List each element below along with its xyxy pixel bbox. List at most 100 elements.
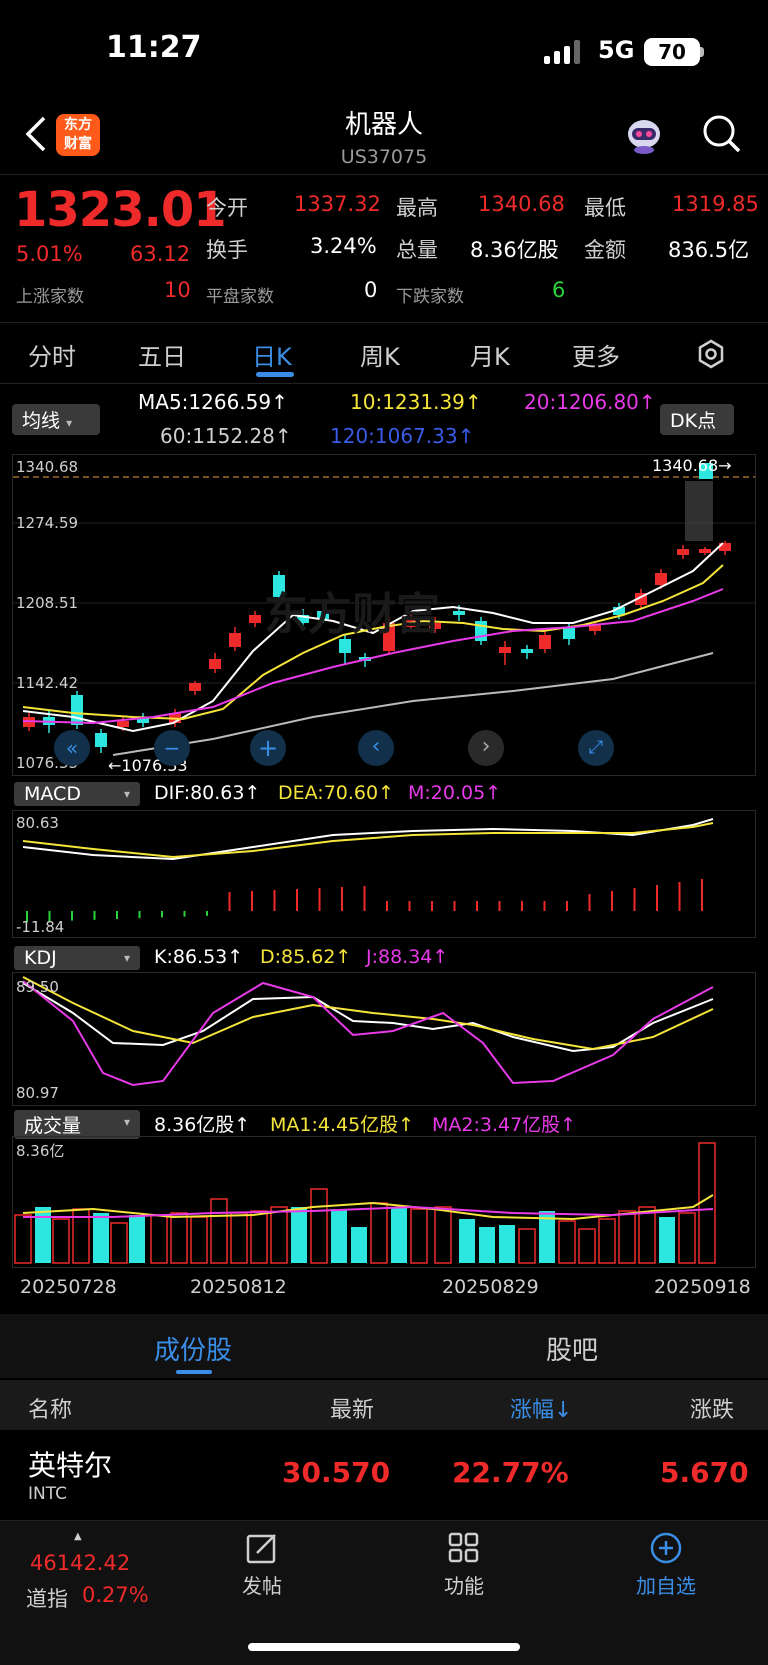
- active-tab-indicator: [256, 372, 294, 377]
- down-count: 6: [552, 278, 566, 302]
- date-4: 20250918: [654, 1276, 751, 1298]
- macd-selector[interactable]: MACD ▾: [14, 782, 140, 806]
- volume-bar-4: [93, 1213, 109, 1263]
- volume-value: 8.36亿股: [470, 238, 559, 262]
- macd-top: 80.63: [16, 814, 59, 832]
- volume-bar-21: [434, 1206, 452, 1264]
- change-pct: 5.01%: [16, 242, 83, 266]
- row-last: 30.570: [282, 1456, 391, 1489]
- tab-monthly-k[interactable]: 月K: [470, 337, 510, 372]
- volume-selector[interactable]: 成交量 ▾: [14, 1110, 140, 1139]
- volume-bar-25: [518, 1228, 536, 1264]
- y-label-3: 1208.51: [16, 594, 79, 612]
- col-name[interactable]: 名称: [28, 1392, 72, 1424]
- search-icon[interactable]: [702, 114, 742, 154]
- volume-bar-1: [35, 1207, 51, 1263]
- volume-bar-31: [638, 1206, 656, 1264]
- index-value[interactable]: 46142.42: [30, 1551, 130, 1575]
- zoom-in-icon[interactable]: +: [250, 730, 286, 766]
- row-pct: 22.77%: [452, 1456, 569, 1489]
- prev-icon[interactable]: ‹: [358, 730, 394, 766]
- kdj-selector[interactable]: KDJ ▾: [14, 946, 140, 970]
- kdj-bottom: 80.97: [16, 1084, 59, 1102]
- volume-top: 8.36亿: [16, 1142, 65, 1160]
- settings-icon[interactable]: [696, 339, 726, 369]
- network-label: 5G: [598, 36, 635, 64]
- table-row[interactable]: 英特尔 INTC 30.570 22.77% 5.670: [0, 1432, 768, 1518]
- volume-bar-5: [110, 1222, 128, 1264]
- rewind-icon[interactable]: «: [54, 730, 90, 766]
- kdj-svg: [22, 976, 714, 1087]
- tab-weekly-k[interactable]: 周K: [360, 337, 400, 372]
- candle-body-22: [521, 649, 533, 653]
- high-value: 1340.68: [478, 192, 565, 216]
- fullscreen-icon[interactable]: ⤢: [578, 730, 614, 766]
- row-code: INTC: [28, 1484, 67, 1504]
- current-price: 1323.01: [14, 182, 227, 238]
- tab-more[interactable]: 更多: [572, 337, 620, 372]
- table-header: [0, 1380, 768, 1430]
- col-chg[interactable]: 涨跌: [690, 1392, 734, 1424]
- volume-label: 总量: [396, 238, 438, 262]
- col-pct[interactable]: 涨幅↓: [510, 1392, 572, 1424]
- candle-body-7: [189, 683, 201, 691]
- tab-intraday[interactable]: 分时: [28, 337, 76, 372]
- high-label: 最高: [396, 196, 438, 220]
- y-label-top: 1340.68: [16, 458, 79, 476]
- volume-bar-29: [598, 1218, 616, 1264]
- price-highlight: [685, 481, 713, 541]
- home-indicator[interactable]: [248, 1643, 520, 1651]
- index-pct[interactable]: 0.27%: [82, 1583, 149, 1607]
- battery-icon: 70: [644, 38, 700, 66]
- dk-button[interactable]: DK点: [660, 404, 734, 435]
- volume-bar-9: [190, 1216, 208, 1264]
- macd-dif: DIF:80.63↑: [154, 782, 261, 804]
- ma-selector[interactable]: 均线 ▾: [12, 404, 100, 435]
- tab-daily-k[interactable]: 日K: [252, 337, 292, 372]
- edit-icon: [246, 1534, 276, 1564]
- kdj-chart[interactable]: [12, 972, 756, 1106]
- nav-function[interactable]: 功能: [404, 1531, 524, 1599]
- volume-bar-18: [370, 1202, 388, 1264]
- volume-bar-30: [618, 1210, 636, 1264]
- nav-post[interactable]: 发帖: [202, 1531, 322, 1599]
- volume-bar-2: [52, 1218, 70, 1264]
- volume-bar-10: [210, 1198, 228, 1264]
- candle-body-21: [499, 647, 511, 653]
- nav-add-label: 加自选: [636, 1574, 696, 1598]
- row-name: 英特尔: [28, 1449, 113, 1482]
- watermark: 东方财富: [264, 589, 440, 640]
- col-last[interactable]: 最新: [330, 1392, 374, 1424]
- volume-bar-28: [578, 1228, 596, 1264]
- tab-five-day[interactable]: 五日: [138, 337, 186, 372]
- macd-chart[interactable]: [12, 810, 756, 938]
- next-icon[interactable]: ›: [468, 730, 504, 766]
- change-value: 63.12: [130, 242, 191, 266]
- volume-current: 8.36亿股↑: [154, 1114, 251, 1136]
- battery-tip: [700, 47, 704, 57]
- grid-icon: [448, 1532, 479, 1563]
- volume-chart[interactable]: [12, 1136, 756, 1268]
- nav-add-watchlist[interactable]: 加自选: [606, 1531, 726, 1599]
- tab-constituents[interactable]: 成份股: [154, 1330, 232, 1367]
- ma10-label: 10:1231.39↑: [350, 390, 482, 414]
- dea-line: [22, 822, 714, 859]
- index-name[interactable]: 道指: [26, 1583, 68, 1613]
- amount-value: 836.5亿: [668, 238, 750, 262]
- tab-forum[interactable]: 股吧: [546, 1330, 598, 1367]
- volume-bar-20: [410, 1208, 428, 1264]
- robot-assistant-icon[interactable]: [622, 112, 666, 156]
- volume-bar-17: [351, 1227, 367, 1263]
- volume-bar-27: [558, 1220, 576, 1264]
- ma5-label: MA5:1266.59↑: [138, 390, 288, 414]
- candle-body-4: [117, 721, 129, 727]
- divider: [0, 174, 768, 175]
- volume-bar-11: [230, 1212, 248, 1264]
- volume-bar-19: [391, 1207, 407, 1263]
- up-count: 10: [164, 278, 191, 302]
- volume-ma2: MA2:3.47亿股↑: [432, 1114, 577, 1136]
- macd-svg: [22, 818, 714, 923]
- ma60-label: 60:1152.28↑: [160, 424, 292, 448]
- zoom-out-icon[interactable]: −: [154, 730, 190, 766]
- expand-icon[interactable]: ▲: [74, 1531, 82, 1542]
